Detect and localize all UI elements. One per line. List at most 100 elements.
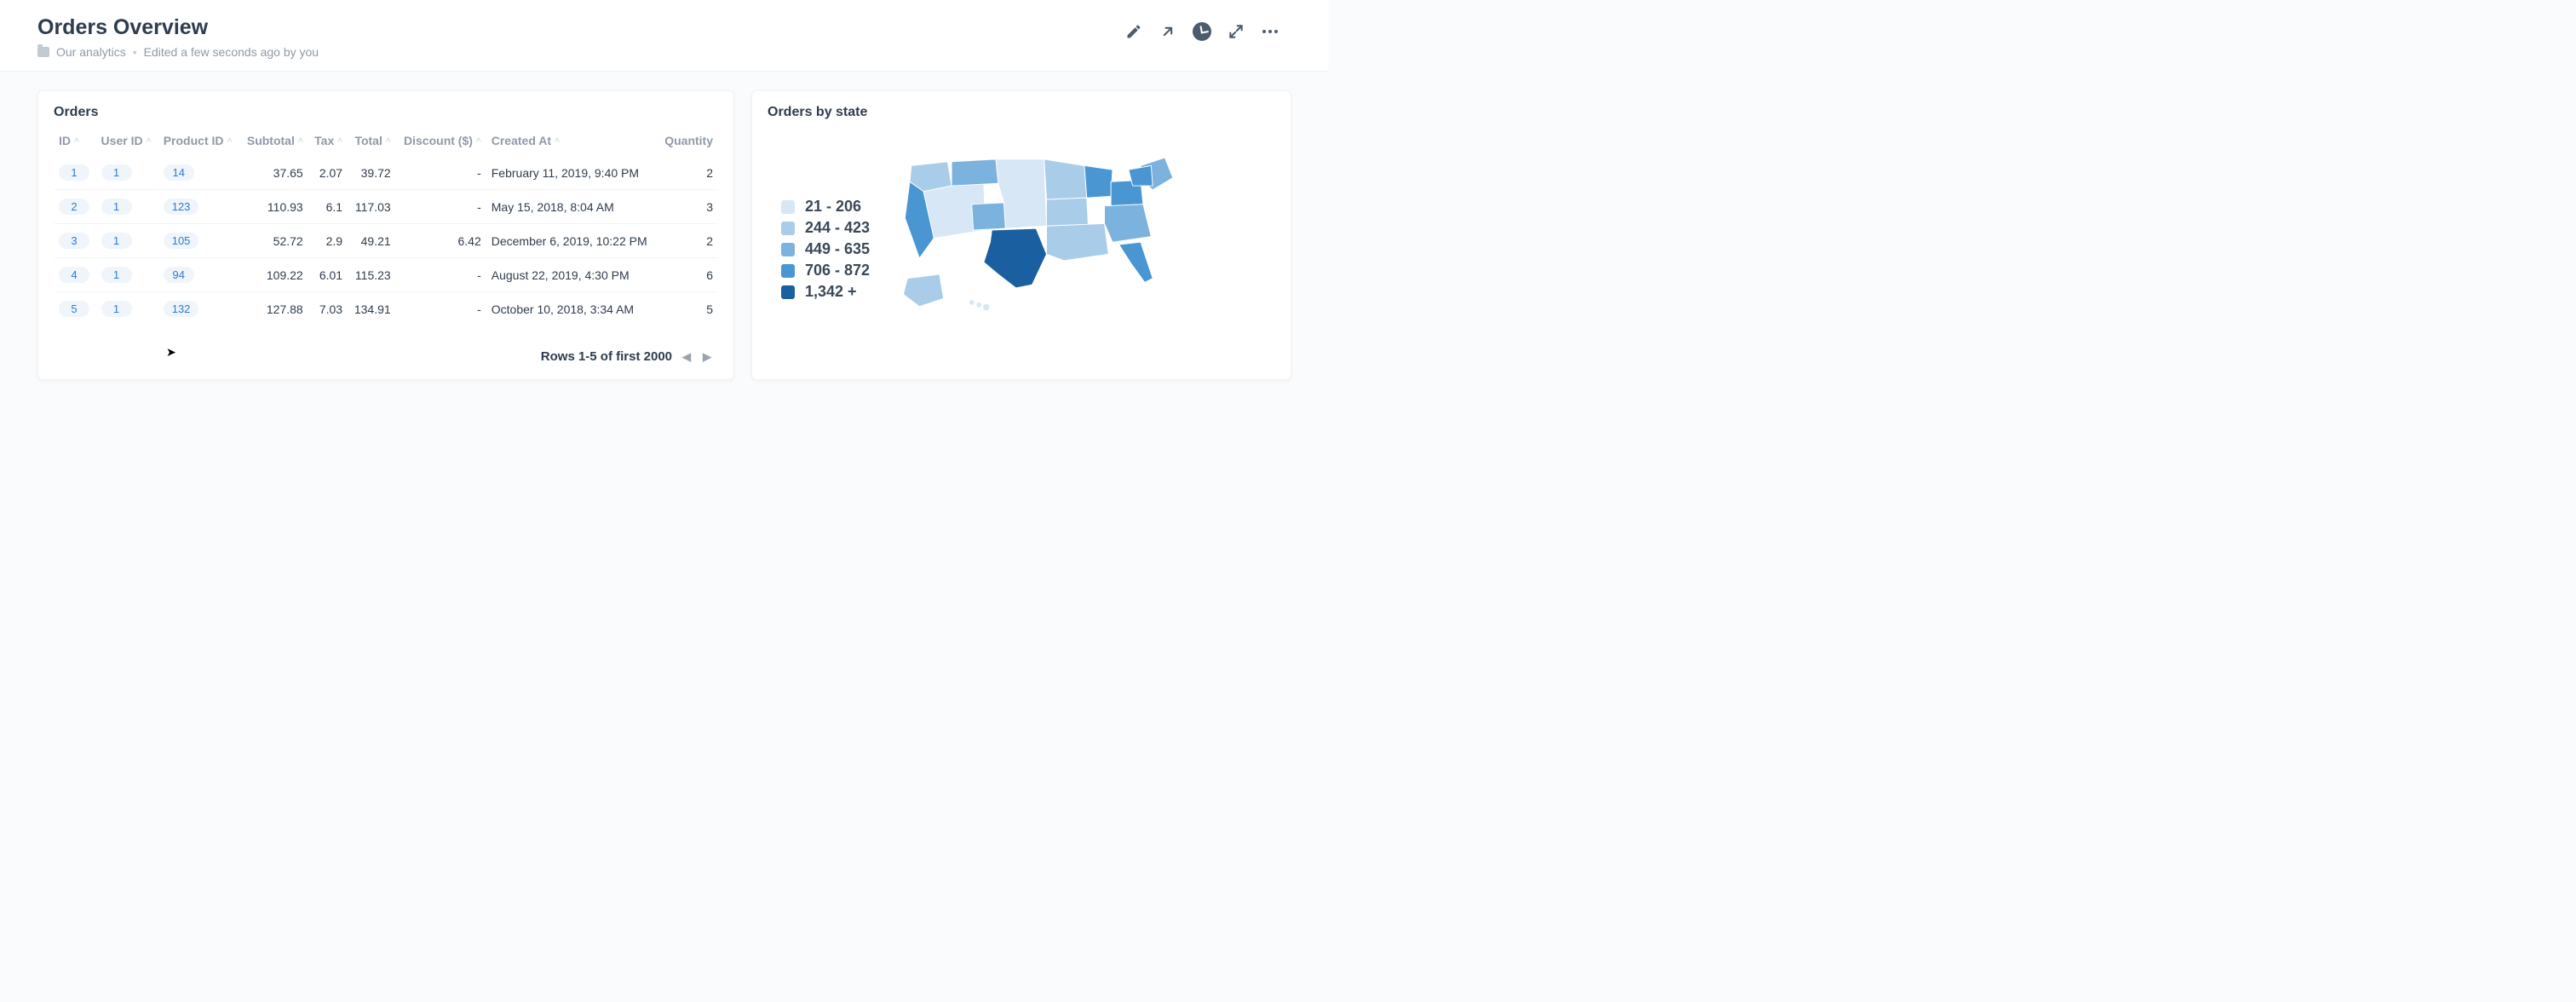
orders-table: ID^ User ID^ Product ID^ Subtotal^ Tax^ … [54, 129, 718, 325]
cell-tax: 2.9 [308, 224, 348, 258]
legend-swatch [781, 243, 795, 256]
legend-item: 449 - 635 [781, 240, 870, 258]
cell-tax: 6.01 [308, 258, 348, 292]
table-row: 21 123 110.936.1117.03-May 15, 2018, 8:04 … [54, 190, 718, 224]
id-pill[interactable]: 4 [59, 267, 89, 283]
sort-icon: ^ [74, 137, 79, 147]
product-id-pill[interactable]: 123 [164, 199, 199, 215]
col-total[interactable]: Total^ [348, 129, 396, 156]
cell-quantity: 6 [658, 258, 718, 292]
legend-swatch [781, 264, 795, 278]
user-id-pill[interactable]: 1 [101, 233, 132, 249]
separator-dot: • [133, 45, 137, 59]
col-subtotal[interactable]: Subtotal^ [239, 129, 308, 156]
mouse-cursor-icon: ➤ [166, 345, 176, 360]
sort-icon: ^ [147, 137, 152, 147]
id-pill[interactable]: 3 [59, 233, 89, 249]
cell-tax: 2.07 [308, 156, 348, 190]
cell-total: 134.91 [348, 292, 396, 326]
cell-quantity: 3 [658, 190, 718, 224]
user-id-pill[interactable]: 1 [101, 199, 132, 215]
table-row: 31 105 52.722.949.216.42December 6, 2019, … [54, 224, 718, 258]
dashboard-content: Orders ID^ User ID^ Product ID^ Subtotal… [0, 72, 1329, 399]
col-tax[interactable]: Tax^ [308, 129, 348, 156]
cell-total: 39.72 [348, 156, 396, 190]
col-discount[interactable]: Discount ($)^ [396, 129, 486, 156]
user-id-pill[interactable]: 1 [101, 301, 132, 317]
sort-icon: ^ [476, 137, 481, 147]
cell-subtotal: 37.65 [239, 156, 308, 190]
col-product-id[interactable]: Product ID^ [158, 129, 240, 156]
cell-subtotal: 110.93 [239, 190, 308, 224]
sort-icon: ^ [386, 137, 391, 147]
cell-tax: 7.03 [308, 292, 348, 326]
share-icon[interactable] [1159, 22, 1177, 41]
cell-discount: - [396, 190, 486, 224]
cell-discount: - [396, 156, 486, 190]
pagination: Rows 1-5 of first 2000 ◀ ▶ [54, 325, 718, 367]
legend-item: 21 - 206 [781, 198, 870, 216]
col-id[interactable]: ID^ [54, 129, 96, 156]
cell-total: 117.03 [348, 190, 396, 224]
cell-created-at: February 11, 2019, 9:40 PM [486, 156, 658, 190]
cell-discount: - [396, 258, 486, 292]
us-map[interactable] [895, 141, 1275, 324]
cell-tax: 6.1 [308, 190, 348, 224]
sort-icon: ^ [337, 137, 342, 147]
legend-label: 706 - 872 [805, 262, 870, 279]
cell-total: 49.21 [348, 224, 396, 258]
cell-discount: - [396, 292, 486, 326]
edited-label: Edited a few seconds ago by you [144, 45, 319, 59]
cell-quantity: 5 [658, 292, 718, 326]
sort-icon: ^ [227, 137, 233, 147]
cell-quantity: 2 [658, 156, 718, 190]
folder-icon [37, 47, 49, 57]
clock-icon[interactable] [1193, 22, 1211, 41]
cell-created-at: August 22, 2019, 4:30 PM [486, 258, 658, 292]
cell-subtotal: 127.88 [239, 292, 308, 326]
id-pill[interactable]: 5 [59, 301, 89, 317]
legend-item: 706 - 872 [781, 262, 870, 279]
id-pill[interactable]: 1 [59, 164, 89, 181]
edit-icon[interactable] [1124, 22, 1143, 41]
product-id-pill[interactable]: 132 [164, 301, 199, 317]
legend-item: 244 - 423 [781, 219, 870, 237]
breadcrumb-folder[interactable]: Our analytics [56, 45, 126, 59]
orders-card: Orders ID^ User ID^ Product ID^ Subtotal… [37, 90, 734, 380]
cell-subtotal: 109.22 [239, 258, 308, 292]
col-created-at[interactable]: Created At^ [486, 129, 658, 156]
legend-swatch [781, 222, 795, 235]
cell-subtotal: 52.72 [239, 224, 308, 258]
cell-created-at: May 15, 2018, 8:04 AM [486, 190, 658, 224]
legend-item: 1,342 + [781, 283, 870, 301]
legend-swatch [781, 200, 795, 214]
table-row: 11 14 37.652.0739.72-February 11, 2019, 9:… [54, 156, 718, 190]
id-pill[interactable]: 2 [59, 199, 89, 215]
col-quantity[interactable]: Quantity [658, 129, 718, 156]
user-id-pill[interactable]: 1 [101, 164, 132, 181]
col-user-id[interactable]: User ID^ [96, 129, 158, 156]
cell-quantity: 2 [658, 224, 718, 258]
more-icon[interactable] [1261, 22, 1279, 41]
product-id-pill[interactable]: 105 [164, 233, 199, 249]
cell-created-at: October 10, 2018, 3:34 AM [486, 292, 658, 326]
page-header: Orders Overview Our analytics • Edited a… [0, 0, 1329, 72]
fullscreen-icon[interactable] [1227, 22, 1245, 41]
legend-label: 21 - 206 [805, 198, 861, 216]
table-row: 41 94 109.226.01115.23-August 22, 2019, 4:… [54, 258, 718, 292]
map-card-title: Orders by state [768, 105, 1275, 120]
cell-created-at: December 6, 2019, 10:22 PM [486, 224, 658, 258]
product-id-pill[interactable]: 94 [164, 267, 194, 283]
map-legend: 21 - 206 244 - 423 449 - 635 706 - 872 1,342… [768, 164, 870, 301]
product-id-pill[interactable]: 14 [164, 164, 194, 181]
cell-total: 115.23 [348, 258, 396, 292]
orders-card-title: Orders [54, 105, 718, 120]
cell-discount: 6.42 [396, 224, 486, 258]
table-row: 51132127.887.03134.91-October 10, 2018, … [54, 292, 718, 326]
next-page-icon[interactable]: ▶ [701, 350, 713, 364]
orders-by-state-card: Orders by state 21 - 206 244 - 423 449 - 6… [751, 90, 1291, 380]
prev-page-icon[interactable]: ◀ [681, 350, 693, 364]
pagination-label: Rows 1-5 of first 2000 [541, 349, 672, 364]
sort-icon: ^ [298, 137, 303, 147]
user-id-pill[interactable]: 1 [101, 267, 132, 283]
